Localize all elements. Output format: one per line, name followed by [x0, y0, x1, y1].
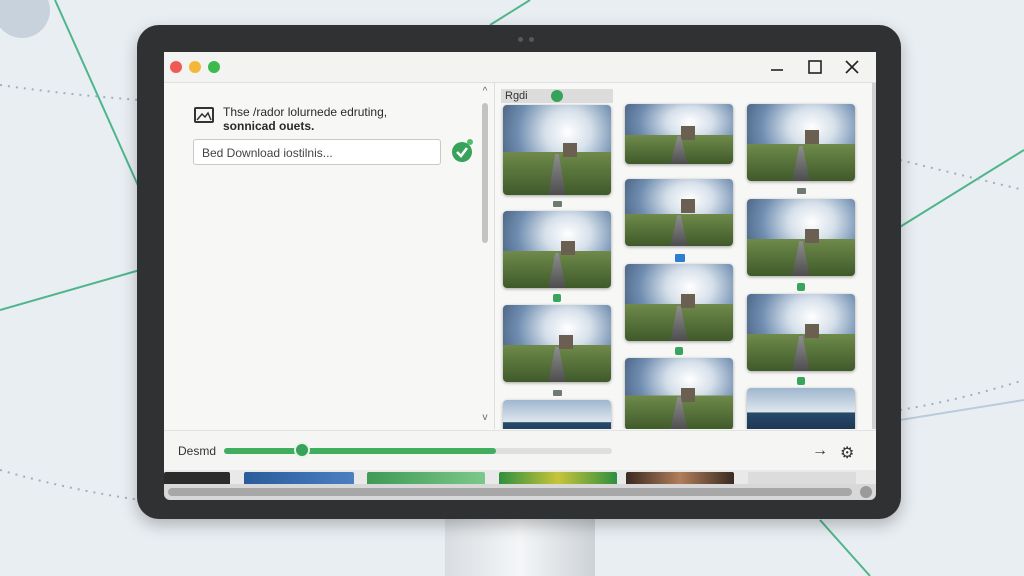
filmstrip-thumb[interactable]	[367, 472, 485, 484]
scroll-thumb[interactable]	[482, 103, 488, 243]
filmstrip-thumb[interactable]	[499, 472, 617, 484]
photo-icon	[553, 294, 561, 302]
gallery-header-label: Rgdi	[505, 90, 528, 102]
gallery-photo[interactable]	[625, 264, 733, 341]
close-icon[interactable]	[841, 57, 863, 77]
left-scrollbar[interactable]: ^ v	[480, 83, 490, 429]
gallery-photo[interactable]	[503, 400, 611, 429]
gallery-photo[interactable]	[625, 358, 733, 429]
gallery-photo[interactable]	[503, 305, 611, 382]
progress-slider[interactable]	[224, 442, 612, 458]
gallery-photo[interactable]	[503, 105, 611, 195]
gallery-photo[interactable]	[747, 199, 855, 276]
photo-icon	[675, 347, 683, 355]
description-line-1: Thse /rador lolurnede edruting,	[223, 105, 388, 119]
photo-icon	[797, 283, 805, 291]
selected-check-icon	[551, 90, 563, 102]
gallery-header: Rgdi	[501, 89, 613, 103]
power-button[interactable]	[860, 486, 872, 498]
arrow-right-icon[interactable]: →	[812, 442, 828, 460]
progress-label: Desmd	[178, 444, 217, 458]
title-bar	[164, 52, 876, 83]
monitor-chin	[164, 484, 876, 500]
image-icon	[194, 107, 214, 123]
maximize-dot[interactable]	[208, 61, 220, 73]
camera-icon	[529, 37, 534, 42]
close-dot[interactable]	[170, 61, 182, 73]
gallery-photo[interactable]	[503, 211, 611, 288]
left-panel: Thse /rador lolurnede edruting, sonnicad…	[164, 83, 479, 429]
camera-icon	[518, 37, 523, 42]
photo-icon	[797, 188, 806, 194]
minimize-dot[interactable]	[189, 61, 201, 73]
filmstrip-thumb[interactable]	[748, 472, 856, 484]
scroll-up-icon[interactable]: ^	[480, 87, 490, 97]
gallery-photo[interactable]	[625, 104, 733, 164]
minimize-icon[interactable]	[766, 57, 788, 77]
scroll-down-icon[interactable]: v	[480, 413, 490, 423]
gallery-photo[interactable]	[747, 388, 855, 429]
photo-icon	[553, 201, 562, 207]
gear-icon[interactable]: ⚙	[840, 443, 854, 463]
photo-icon	[797, 377, 805, 385]
check-circle-icon[interactable]	[450, 139, 474, 163]
photo-gallery: Rgdi	[495, 83, 876, 429]
photo-icon	[675, 254, 685, 262]
right-scrollbar[interactable]	[872, 83, 876, 429]
maximize-icon[interactable]	[804, 57, 826, 77]
slider-handle[interactable]	[293, 442, 310, 458]
monitor-stand	[445, 518, 595, 576]
download-search-input[interactable]: Bed Download iostilnis...	[193, 139, 441, 165]
photo-icon	[553, 390, 562, 396]
filmstrip-thumb[interactable]	[244, 472, 354, 484]
progress-fill	[224, 448, 496, 454]
description-line-2: sonnicad ouets.	[223, 119, 315, 133]
description-text: Thse /rador lolurnede edruting, sonnicad…	[223, 105, 438, 133]
filmstrip	[164, 470, 876, 484]
gallery-photo[interactable]	[747, 294, 855, 371]
chin-bar	[168, 488, 852, 496]
gallery-photo[interactable]	[625, 179, 733, 246]
bottom-toolbar: Desmd → ⚙	[164, 430, 876, 471]
filmstrip-thumb[interactable]	[164, 472, 230, 484]
app-window: Thse /rador lolurnede edruting, sonnicad…	[164, 52, 876, 484]
filmstrip-thumb[interactable]	[626, 472, 734, 484]
gallery-photo[interactable]	[747, 104, 855, 181]
